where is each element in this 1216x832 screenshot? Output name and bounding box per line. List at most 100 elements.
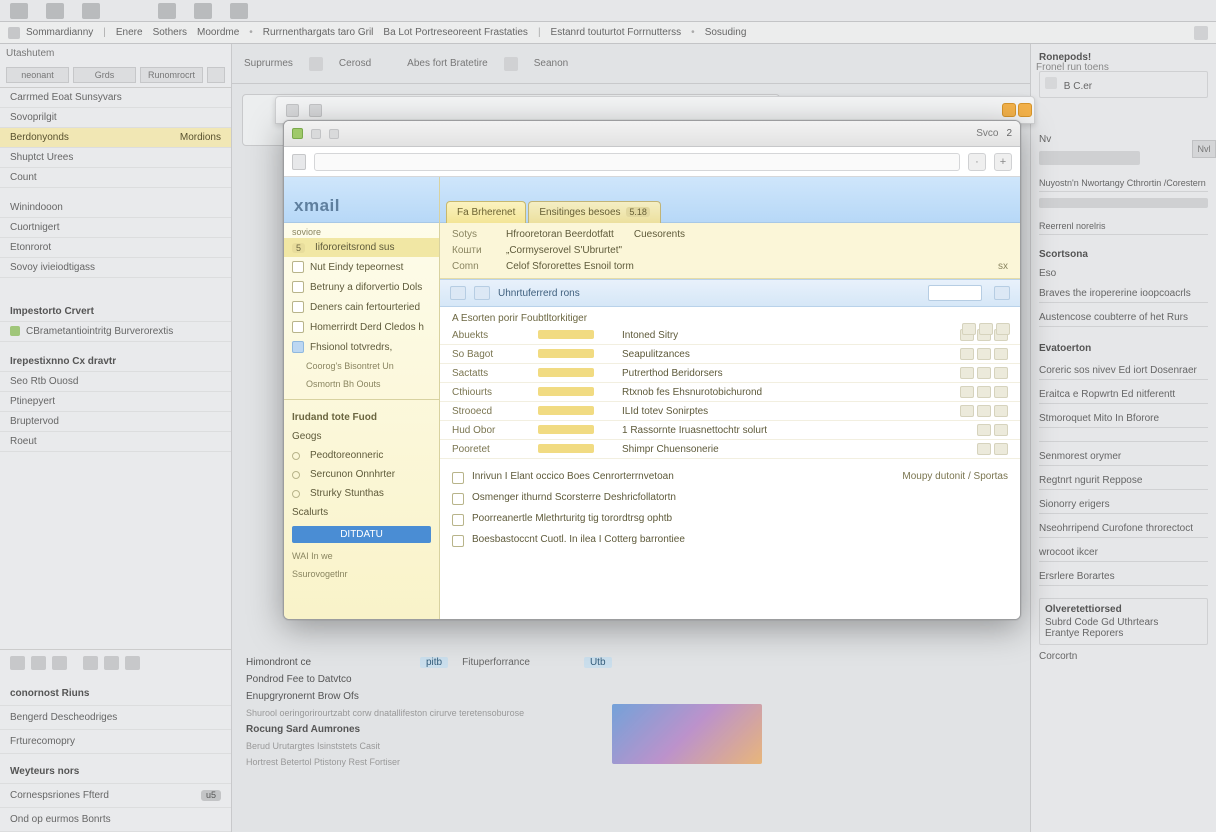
mail-side-item[interactable]: Betruny a diforvertio Dols <box>284 277 439 297</box>
bg-left-item-selected[interactable]: Berdonyonds Mordions <box>0 128 231 148</box>
icon-generic[interactable] <box>309 57 323 71</box>
window-icon[interactable] <box>311 129 321 139</box>
checkbox[interactable] <box>452 514 464 526</box>
icon-generic[interactable] <box>504 57 518 71</box>
icon-generic[interactable] <box>104 656 119 670</box>
address-field[interactable] <box>314 153 960 171</box>
checkbox[interactable] <box>452 472 464 484</box>
mail-list-item[interactable]: Hud Obor1 Rassornte Iruasnettochtr solur… <box>440 421 1020 440</box>
mail-side-tail[interactable]: Ssurovogetlnr <box>284 565 439 583</box>
mail-side-item[interactable]: Homerrirdt Derd Cledos h <box>284 317 439 337</box>
bg-left-tabs[interactable]: neonant Grds Runomrocrt <box>0 63 231 88</box>
checkbox-icon[interactable] <box>450 286 466 300</box>
bg-menu-item[interactable]: Sothers <box>153 27 187 38</box>
mail-tab[interactable]: Fa Brherenet <box>446 201 526 223</box>
bg-lower-row[interactable]: Enupgryronernt Brow Ofs <box>242 688 780 705</box>
bg-left-item[interactable]: Seo Rtb Ouosd <box>0 372 231 392</box>
addr-add-button[interactable]: + <box>994 153 1012 171</box>
bg-right-line[interactable]: Austencose coubterre of het Rurs <box>1039 309 1208 327</box>
mail-side-item[interactable]: Sercunon Onnhrter <box>284 465 439 484</box>
action-icon[interactable] <box>977 386 991 398</box>
bg-left-tab[interactable]: Grds <box>73 67 136 83</box>
bg-left-item[interactable]: Sovoprilgit <box>0 108 231 128</box>
bg-left-tab[interactable]: neonant <box>6 67 69 83</box>
window-control-icon[interactable] <box>1002 103 1016 117</box>
bg-left-item[interactable]: Cuortnigert <box>0 218 231 238</box>
mail-side-tab[interactable]: 5 Iifororeitsrond sus <box>284 238 439 257</box>
bg-right-line[interactable]: Ersrlere Borartes <box>1039 568 1208 586</box>
arrow-icon[interactable] <box>207 67 225 83</box>
bg-menu-item[interactable]: Ba Lot Portreseoreent Frastaties <box>383 27 528 38</box>
action-icon[interactable] <box>977 405 991 417</box>
mail-side-item[interactable]: Nut Eindy tepeornest <box>284 257 439 277</box>
checkbox[interactable] <box>452 493 464 505</box>
bg-right-line[interactable]: Coreric sos nivev Ed iort Dosenraer <box>1039 362 1208 380</box>
mail-check-row[interactable]: Poorreanertle Mlethrturitg tig torordtrs… <box>440 509 1020 530</box>
search-icon[interactable] <box>994 286 1010 300</box>
bg-right-line[interactable]: Nseohrripend Curofone throrectoct <box>1039 520 1208 538</box>
bg-left-item[interactable]: Shuptct Urees <box>0 148 231 168</box>
icon-generic[interactable] <box>52 656 67 670</box>
mail-side-sub[interactable]: Coorog's Bisontret Un <box>284 357 439 375</box>
mail-side-item[interactable]: Fhsionol totvredrs, <box>284 337 439 357</box>
bg-lower-row[interactable]: Pondrod Fee to Datvtco <box>242 671 780 688</box>
action-icon[interactable] <box>994 405 1008 417</box>
mail-titlebar[interactable]: Svco 2 <box>284 121 1020 147</box>
icon-generic[interactable] <box>83 656 98 670</box>
toolbar-label[interactable]: Cerosd <box>339 58 371 69</box>
action-icon[interactable] <box>979 323 993 335</box>
bg-right-line[interactable]: Braves the iropererine ioopcoacrls <box>1039 285 1208 303</box>
bg-left-item[interactable]: Bruptervod <box>0 412 231 432</box>
mail-side-item[interactable]: Deners cain fertourteried <box>284 297 439 317</box>
bg-left-item[interactable]: Ond op eurmos Bonrts <box>0 808 231 832</box>
mail-side-sub[interactable]: Osmortn Bh Oouts <box>284 375 439 393</box>
bg-left-item[interactable]: Count <box>0 168 231 188</box>
action-icon[interactable] <box>977 443 991 455</box>
action-icon[interactable] <box>960 348 974 360</box>
bg-lower-row[interactable]: Rocung Sard Aumrones <box>242 721 780 738</box>
mail-side-item[interactable]: Scalurts <box>284 503 439 522</box>
mail-list-item[interactable]: SactattsPutrerthod Beridorsers <box>440 364 1020 383</box>
bg-left-tab[interactable]: Runomrocrt <box>140 67 203 83</box>
action-icon[interactable] <box>994 348 1008 360</box>
bg-right-line[interactable]: wrocoot ikcer <box>1039 544 1208 562</box>
bg-menu-item[interactable]: Sosuding <box>705 27 747 38</box>
icon-generic[interactable] <box>125 656 140 670</box>
mail-side-primary-button[interactable]: DITDATU <box>292 526 431 543</box>
action-icon[interactable] <box>962 323 976 335</box>
mail-list-item[interactable]: PooretetShimpr Chuensonerie <box>440 440 1020 459</box>
bg-lower-row[interactable]: Himondront ce pitb Fituperforrance Utb <box>242 654 780 671</box>
bg-left-item[interactable]: Ptinepyert <box>0 392 231 412</box>
bg-left-item[interactable]: Bengerd Descheodriges <box>0 706 231 730</box>
mail-list-header[interactable]: Uhnrtuferrerd rons <box>440 279 1020 307</box>
icon-generic[interactable] <box>10 656 25 670</box>
mail-list-item[interactable]: AbuektsIntoned Sitry <box>440 326 1020 345</box>
addr-button[interactable]: · <box>968 153 986 171</box>
bg-left-item[interactable]: Sovoy ivieiodtigass <box>0 258 231 278</box>
bg-right-line[interactable]: Stmoroquet Mito In Bforore <box>1039 410 1208 428</box>
traffic-light-icon[interactable] <box>292 128 303 139</box>
action-icon[interactable] <box>960 386 974 398</box>
mail-list-item[interactable]: StrooecdILId totev Sonirptes <box>440 402 1020 421</box>
mail-check-row[interactable]: Osmenger ithurnd Scorsterre Deshricfolla… <box>440 488 1020 509</box>
action-icon[interactable] <box>994 367 1008 379</box>
bg-menu-item[interactable]: Enere <box>116 27 143 38</box>
action-icon[interactable] <box>994 443 1008 455</box>
mini-search-field[interactable] <box>928 285 982 301</box>
bg-right-line[interactable]: Eraitca e Ropwrtn Ed nitferentt <box>1039 386 1208 404</box>
mail-check-row[interactable]: Inrivun I Elant occico Boes Cenrorterrnv… <box>440 467 1020 488</box>
bg-far-right-tag[interactable]: Nvl <box>1192 140 1216 158</box>
bg-right-line[interactable]: Sionorry erigers <box>1039 496 1208 514</box>
icon-generic[interactable] <box>31 656 46 670</box>
bg-menu-item[interactable]: Moordme <box>197 27 239 38</box>
action-icon[interactable] <box>977 348 991 360</box>
bg-left-item[interactable]: Roeut <box>0 432 231 452</box>
window-icon[interactable] <box>329 129 339 139</box>
bg-menu-item[interactable]: Estanrd touturtot Forrnutterss <box>551 27 682 38</box>
action-icon[interactable] <box>977 367 991 379</box>
action-icon[interactable] <box>960 367 974 379</box>
mail-side-item[interactable]: Strurky Stunthas <box>284 484 439 503</box>
bg-left-item[interactable]: Frturecomopry <box>0 730 231 754</box>
mail-check-row[interactable]: Boesbastoccnt Cuotl. In ilea I Cotterg b… <box>440 530 1020 551</box>
action-icon[interactable] <box>994 386 1008 398</box>
